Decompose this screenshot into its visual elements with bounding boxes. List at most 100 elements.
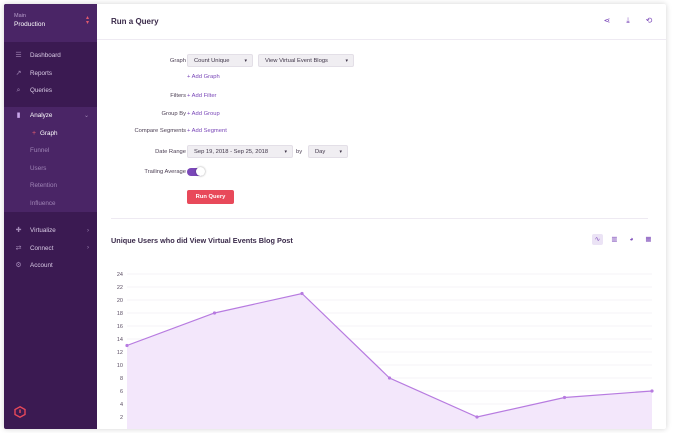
share-icon[interactable]: ⋖ (602, 16, 612, 26)
sidebar-item-label: Queries (30, 87, 53, 95)
data-point (300, 291, 304, 296)
chevron-down-icon: ▾ (339, 149, 342, 155)
sidebar: Main Production ▴ ▾ ☰ Dashboard ↗ Reports… (4, 4, 97, 429)
sidebar-item-label: Connect (30, 244, 54, 252)
data-point (387, 376, 392, 380)
graph-label: Graph (169, 58, 186, 64)
analyze-submenu: + Graph Funnel Users Retention Influence (4, 124, 97, 213)
sidebar-item-queries[interactable]: ⌕ Queries (4, 82, 97, 100)
divider (111, 218, 648, 219)
sidebar-item-dashboard[interactable]: ☰ Dashboard (4, 47, 97, 65)
date-range-label: Date Range (155, 149, 186, 155)
run-query-button[interactable]: Run Query (187, 190, 234, 204)
main-panel: Run a Query ⋖ ⤓ ⟲ Graph Count Unique ▾ V… (97, 4, 666, 429)
sidebar-item-reports[interactable]: ↗ Reports (4, 65, 97, 83)
switch-caret-icon: ▴ ▾ (85, 15, 89, 26)
environment-switcher[interactable]: Main Production ▴ ▾ (4, 4, 97, 42)
graph-event-select[interactable]: View Virtual Event Blogs ▾ (258, 54, 354, 67)
area-chart: 24681012141618202224 (117, 272, 654, 429)
y-tick-label: 10 (117, 363, 123, 369)
sidebar-item-label: Retention (30, 182, 57, 190)
y-tick-label: 8 (120, 376, 123, 382)
trailing-average-label: Trailing Average (144, 169, 186, 175)
filters-row: Filters + Add Filter (97, 89, 666, 103)
reports-icon: ↗ (15, 69, 22, 77)
data-point (212, 311, 217, 315)
chevron-down-icon: ▾ (244, 58, 247, 64)
chevron-down-icon: ▾ (284, 149, 287, 155)
sidebar-item-label: Analyze (30, 112, 53, 120)
bar-chart-icon[interactable]: ▥ (609, 234, 620, 245)
add-graph-link[interactable]: + Add Graph (187, 70, 220, 84)
data-point (475, 415, 479, 419)
sidebar-item-label: Graph (40, 129, 58, 137)
data-point (562, 395, 567, 400)
group-by-label: Group By (161, 111, 187, 117)
table-icon[interactable]: ▦ (643, 234, 654, 245)
environment-label: Main (14, 13, 26, 19)
date-range-select[interactable]: Sep 19, 2018 - Sep 25, 2018 ▾ (187, 145, 293, 158)
sidebar-subitem-users[interactable]: Users (4, 160, 97, 178)
bar-chart-icon: ▮ (16, 112, 21, 119)
filters-label: Filters (170, 93, 186, 99)
chart-type-switcher: ∿ ▥ ◕ ▦ (592, 234, 654, 245)
trailing-average-toggle[interactable] (187, 167, 205, 176)
date-range-value: Sep 19, 2018 - Sep 25, 2018 (194, 149, 269, 155)
sidebar-item-analyze[interactable]: ▮ Analyze ⌄ (4, 107, 97, 125)
sidebar-item-label: Virtualize (30, 227, 56, 235)
y-tick-label: 20 (117, 298, 123, 304)
add-group-link[interactable]: + Add Group (187, 107, 220, 121)
sidebar-subitem-funnel[interactable]: Funnel (4, 142, 97, 160)
sidebar-item-connect[interactable]: ⇄ Connect › (4, 240, 97, 258)
data-point (650, 389, 654, 393)
sidebar-subitem-graph[interactable]: + Graph (4, 125, 97, 143)
group-by-row: Group By + Add Group (97, 107, 666, 121)
y-tick-label: 14 (117, 337, 123, 343)
interval-value: Day (315, 149, 326, 155)
sidebar-item-label: Funnel (30, 147, 50, 155)
sidebar-item-label: Influence (30, 199, 56, 207)
sidebar-item-label: Reports (30, 69, 53, 77)
y-tick-label: 24 (117, 272, 123, 278)
add-graph-row: + Add Graph (97, 70, 666, 84)
compare-segments-label: Compare Segments (134, 128, 186, 134)
graph-row: Graph Count Unique ▾ View Virtual Event … (97, 54, 666, 68)
interval-select[interactable]: Day ▾ (308, 145, 348, 158)
graph-event-value: View Virtual Event Blogs (265, 58, 328, 64)
y-tick-label: 16 (117, 324, 123, 330)
environment-name: Production (14, 21, 46, 28)
y-tick-label: 4 (120, 402, 123, 408)
connect-icon: ⇄ (15, 244, 22, 252)
sidebar-item-account[interactable]: ⚙ Account (4, 257, 97, 275)
header: Run a Query ⋖ ⤓ ⟲ (97, 4, 666, 40)
pie-chart-icon[interactable]: ◕ (626, 234, 637, 245)
sidebar-item-label: Users (30, 164, 47, 172)
y-tick-label: 2 (120, 415, 123, 421)
nav-top: ☰ Dashboard ↗ Reports ⌕ Queries (4, 47, 97, 100)
history-icon[interactable]: ⟲ (644, 16, 654, 26)
y-tick-label: 6 (120, 389, 123, 395)
gear-icon: ⚙ (15, 262, 22, 269)
header-actions: ⋖ ⤓ ⟲ (602, 16, 654, 26)
download-icon[interactable]: ⤓ (623, 16, 633, 26)
sidebar-item-label: Dashboard (30, 52, 61, 60)
graph-type-value: Count Unique (194, 58, 230, 64)
chevron-down-icon: ⌄ (83, 113, 89, 120)
sidebar-item-virtualize[interactable]: ✚ Virtualize › (4, 222, 97, 240)
virtualize-icon: ✚ (15, 227, 22, 234)
by-label: by (296, 149, 303, 155)
sidebar-item-label: Account (30, 262, 53, 270)
add-filter-link[interactable]: + Add Filter (187, 89, 216, 103)
chart-title: Unique Users who did View Virtual Events… (111, 236, 293, 245)
nav-bottom: ✚ Virtualize › ⇄ Connect › ⚙ Account (4, 222, 97, 275)
sidebar-subitem-retention[interactable]: Retention (4, 177, 97, 195)
graph-type-select[interactable]: Count Unique ▾ (187, 54, 253, 67)
y-tick-label: 18 (117, 311, 123, 317)
chevron-down-icon: ▾ (345, 58, 348, 64)
add-segment-link[interactable]: + Add Segment (187, 124, 227, 138)
logo-icon (14, 406, 26, 418)
sidebar-subitem-influence[interactable]: Influence (4, 195, 97, 213)
y-tick-label: 22 (117, 285, 123, 291)
nav-analyze: ▮ Analyze ⌄ + Graph Funnel Users Retenti… (4, 107, 97, 212)
line-chart-icon[interactable]: ∿ (592, 234, 603, 245)
